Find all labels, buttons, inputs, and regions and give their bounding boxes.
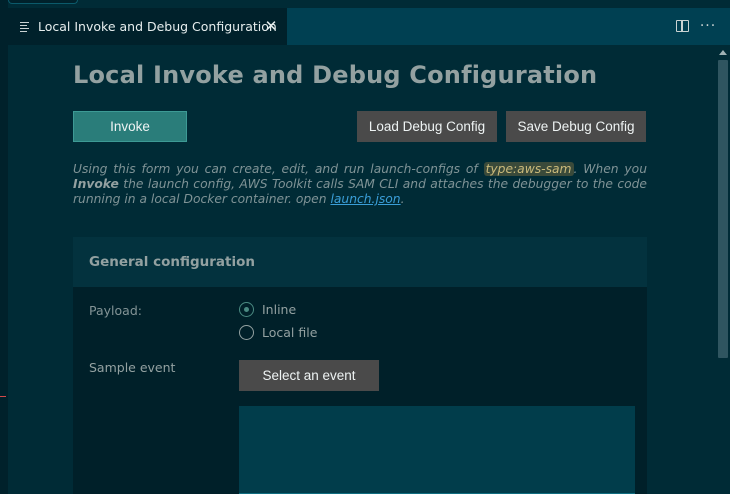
more-actions-icon[interactable]: ··· — [698, 17, 718, 35]
close-icon[interactable]: ✕ — [263, 18, 279, 34]
load-debug-config-button[interactable]: Load Debug Config — [357, 111, 497, 142]
vertical-scrollbar[interactable] — [718, 60, 728, 358]
tab-local-invoke-config[interactable]: Local Invoke and Debug Configuration ✕ — [8, 8, 287, 45]
page-title: Local Invoke and Debug Configuration — [73, 61, 598, 89]
section-header[interactable]: General configuration — [73, 237, 647, 287]
activity-edge — [0, 0, 8, 494]
launch-json-link[interactable]: launch.json — [330, 192, 400, 206]
preview-icon — [20, 21, 32, 33]
tab-title: Local Invoke and Debug Configuration — [38, 19, 277, 34]
invoke-emphasis: Invoke — [73, 177, 119, 191]
payload-local-file-option[interactable]: Local file — [239, 325, 317, 340]
radio-unchecked-icon[interactable] — [239, 325, 254, 340]
type-code: type:aws-sam — [483, 162, 574, 176]
payload-local-file-label: Local file — [262, 325, 318, 340]
payload-label: Payload: — [89, 303, 142, 318]
payload-inline-option[interactable]: Inline — [239, 302, 296, 317]
radio-checked-icon[interactable] — [239, 302, 254, 317]
split-editor-icon[interactable] — [676, 20, 689, 32]
scroll-up-icon[interactable] — [719, 50, 727, 55]
save-debug-config-button[interactable]: Save Debug Config — [506, 111, 646, 142]
section-title: General configuration — [89, 254, 256, 270]
payload-inline-label: Inline — [262, 302, 297, 317]
invoke-button[interactable]: Invoke — [73, 111, 187, 142]
error-marker — [0, 396, 6, 397]
panel-edge — [8, 0, 78, 4]
sample-event-label: Sample event — [89, 360, 176, 375]
tab-bar: Local Invoke and Debug Configuration ✕ ·… — [8, 8, 730, 45]
select-event-button[interactable]: Select an event — [239, 360, 379, 391]
event-payload-textarea[interactable] — [239, 406, 635, 494]
form-description: Using this form you can create, edit, an… — [73, 162, 647, 206]
